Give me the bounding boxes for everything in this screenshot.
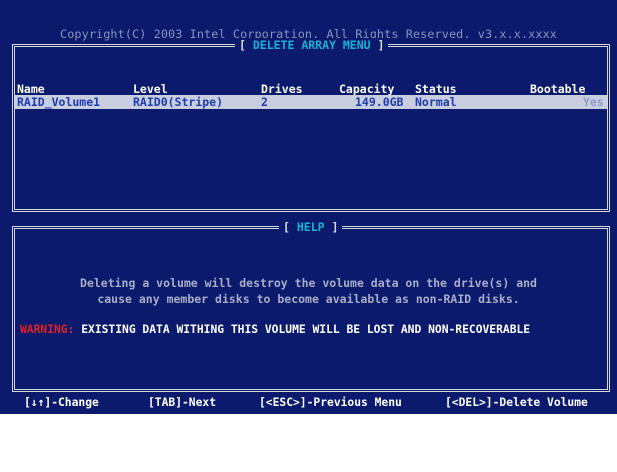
help-text-line-1: Deleting a volume will destroy the volum…	[80, 276, 537, 290]
header-level: Level	[133, 82, 168, 96]
key-previous[interactable]: [<ESC>]-Previous Menu	[259, 396, 402, 409]
key-next[interactable]: [TAB]-Next	[148, 396, 216, 409]
volume-bootable: Yes	[583, 95, 604, 109]
delete-array-menu-title: [ DELETE ARRAY MENU ]	[235, 38, 389, 52]
header-name: Name	[17, 82, 45, 96]
menu-title-text: DELETE ARRAY MENU	[252, 38, 371, 52]
bios-screen: Copyright(C) 2003 Intel Corporation. All…	[0, 0, 617, 414]
volume-drives: 2	[261, 95, 268, 109]
help-title-text: HELP	[296, 220, 325, 234]
table-header: Name Level Drives Capacity Status Bootab…	[15, 82, 607, 96]
header-bootable: Bootable	[530, 82, 586, 96]
header-status: Status	[415, 82, 457, 96]
volume-status: Normal	[415, 95, 457, 109]
table-row[interactable]: RAID_Volume1 RAID0(Stripe) 2 149.0GB Nor…	[15, 95, 607, 109]
help-text-line-2: cause any member disks to become availab…	[97, 292, 520, 306]
header-capacity: Capacity	[339, 82, 395, 96]
delete-array-panel: [ DELETE ARRAY MENU ]	[12, 38, 610, 212]
key-delete[interactable]: [<DEL>]-Delete Volume	[445, 396, 588, 409]
help-title: [ HELP ]	[279, 220, 343, 234]
header-drives: Drives	[261, 82, 303, 96]
help-panel: [ HELP ]	[12, 220, 610, 392]
key-change[interactable]: [↓↑]-Change	[24, 396, 99, 409]
warning-label: WARNING:	[20, 323, 75, 336]
key-help-bar: [↓↑]-Change [TAB]-Next [<ESC>]-Previous …	[0, 394, 617, 414]
warning-text: EXISTING DATA WITHING THIS VOLUME WILL B…	[74, 323, 531, 336]
volume-capacity: 149.0GB	[355, 95, 404, 109]
warning-message: WARNING: EXISTING DATA WITHING THIS VOLU…	[20, 323, 610, 336]
volume-name: RAID_Volume1	[17, 95, 101, 109]
volume-level: RAID0(Stripe)	[133, 95, 224, 109]
